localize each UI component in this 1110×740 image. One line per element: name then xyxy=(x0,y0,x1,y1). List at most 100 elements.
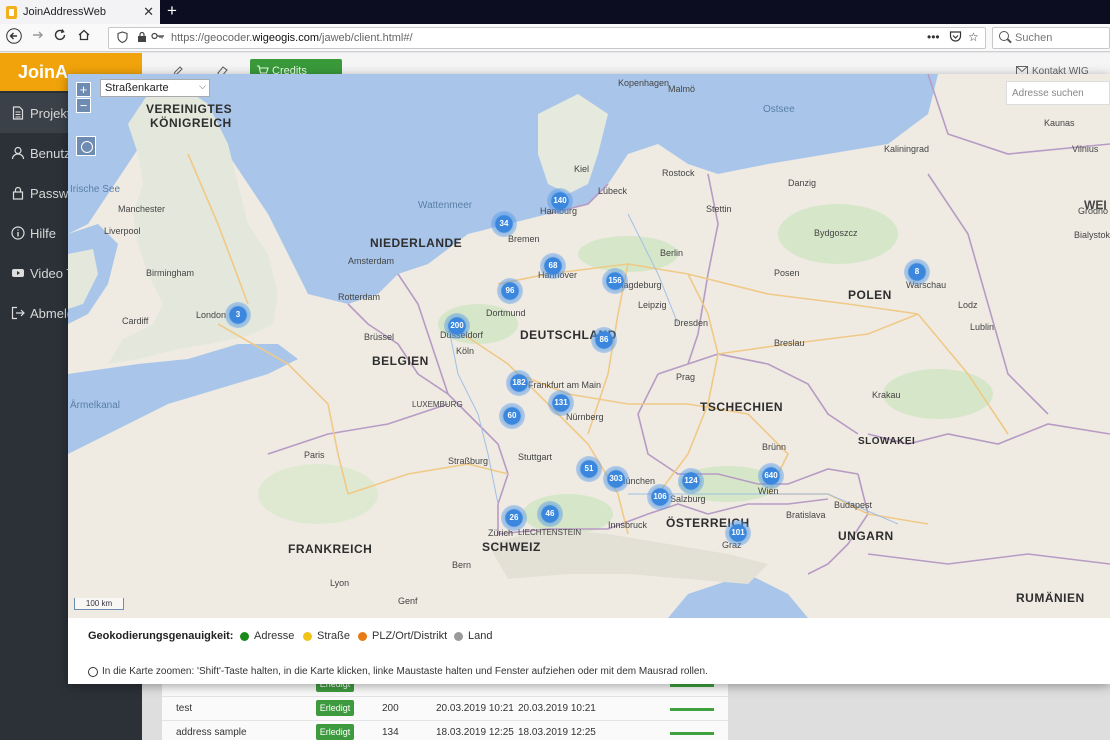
cluster-marker[interactable]: 182 xyxy=(506,370,532,396)
city-label: Manchester xyxy=(118,204,166,214)
city-label: Bratislava xyxy=(786,510,826,520)
finished-date: 18.03.2019 12:25 xyxy=(518,727,596,738)
yellow-dot-icon xyxy=(303,631,312,641)
finished-date: 20.03.2019 10:21 xyxy=(518,703,596,714)
city-label: Straßburg xyxy=(448,456,489,466)
country-label: KÖNIGREICH xyxy=(150,116,232,130)
city-label: Dresden xyxy=(674,318,709,328)
geocoding-legend: Geokodierungsgenauigkeit: Adresse Straße… xyxy=(68,618,1110,684)
cluster-marker[interactable]: 200 xyxy=(444,313,470,339)
sea-label: Ärmelkanal xyxy=(70,400,121,411)
shield-icon[interactable] xyxy=(117,31,128,47)
city-label: Cardiff xyxy=(122,316,149,326)
project-name: test xyxy=(176,703,193,714)
legend-item-plz: PLZ/Ort/Distrikt xyxy=(358,630,447,642)
cluster-marker[interactable]: 96 xyxy=(497,278,523,304)
browser-tab-bar: JoinAddressWeb ✕ + xyxy=(0,0,1110,24)
city-label: Köln xyxy=(456,346,475,356)
city-label: Vilnius xyxy=(1072,144,1099,154)
city-label: Amsterdam xyxy=(348,256,395,266)
cluster-marker[interactable]: 34 xyxy=(491,211,517,237)
bookmark-star-icon[interactable]: ☆ xyxy=(968,30,979,44)
new-tab-button[interactable]: + xyxy=(162,0,182,24)
country-label: NIEDERLANDE xyxy=(370,236,463,250)
browser-tab[interactable]: JoinAddressWeb ✕ xyxy=(0,0,160,24)
browser-search-placeholder: Suchen xyxy=(1015,32,1053,44)
city-label: Bydgoszcz xyxy=(814,228,858,238)
table-row[interactable]: test Erledigt 200 20.03.2019 10:21 20.03… xyxy=(162,697,728,721)
country-label: RUMÄNIEN xyxy=(1016,591,1085,605)
city-label: Dortmund xyxy=(486,308,526,318)
city-label: Liverpool xyxy=(104,226,141,236)
city-label: Birmingham xyxy=(146,268,195,278)
browser-nav-bar: https://geocoder.wigeogis.com/jaweb/clie… xyxy=(0,24,1110,52)
cluster-marker[interactable]: 26 xyxy=(501,505,527,531)
back-button[interactable] xyxy=(4,28,24,48)
status-badge: Erledigt xyxy=(316,724,354,740)
cluster-marker[interactable]: 106 xyxy=(647,484,673,510)
address-search-input[interactable]: Adresse suchen xyxy=(1006,81,1110,105)
legend-item-land: Land xyxy=(454,630,492,642)
city-label: Lübeck xyxy=(598,186,628,196)
city-label: Breslau xyxy=(774,338,805,348)
locate-icon[interactable] xyxy=(76,136,96,156)
map-view[interactable]: + − Straßenkarte ⌵ Adresse suchen 100 km… xyxy=(68,74,1110,618)
orange-dot-icon xyxy=(358,631,367,641)
cluster-marker[interactable]: 86 xyxy=(591,327,617,353)
cluster-marker[interactable]: 124 xyxy=(678,468,704,494)
zoom-out-button[interactable]: − xyxy=(76,98,91,113)
cluster-marker[interactable]: 51 xyxy=(576,456,602,482)
map-basemap xyxy=(68,74,1110,618)
legend-item-adresse: Adresse xyxy=(240,630,294,642)
city-label: Posen xyxy=(774,268,800,278)
legend-title: Geokodierungsgenauigkeit: xyxy=(88,630,234,642)
more-actions-icon[interactable]: ••• xyxy=(927,30,940,44)
sea-label: Wattenmeer xyxy=(418,200,473,211)
reload-button[interactable] xyxy=(50,28,70,48)
cluster-marker[interactable]: 60 xyxy=(499,403,525,429)
city-label: Rotterdam xyxy=(338,292,381,302)
document-icon xyxy=(10,105,26,121)
browser-search-field[interactable]: Suchen xyxy=(992,27,1110,49)
cluster-marker[interactable]: 3 xyxy=(225,302,251,328)
cluster-marker[interactable]: 303 xyxy=(603,466,629,492)
cluster-marker[interactable]: 68 xyxy=(540,253,566,279)
cluster-marker[interactable]: 131 xyxy=(548,390,574,416)
cluster-marker[interactable]: 46 xyxy=(537,501,563,527)
key-icon[interactable] xyxy=(151,31,165,45)
lock-icon xyxy=(10,185,26,201)
sidebar-item-label: Hilfe xyxy=(30,225,57,241)
home-button[interactable] xyxy=(74,28,94,48)
map-layer-select[interactable]: Straßenkarte ⌵ xyxy=(100,79,210,97)
logout-icon xyxy=(10,305,26,321)
address-bar[interactable]: https://geocoder.wigeogis.com/jaweb/clie… xyxy=(108,27,986,49)
zoom-in-button[interactable]: + xyxy=(76,82,91,97)
city-label: Danzig xyxy=(788,178,817,188)
map-scale-bar: 100 km xyxy=(74,598,124,610)
cluster-marker[interactable]: 140 xyxy=(547,188,573,214)
city-label: Lublin xyxy=(970,322,995,332)
table-row[interactable]: address sample Erledigt 134 18.03.2019 1… xyxy=(162,721,728,740)
cluster-marker[interactable]: 640 xyxy=(758,463,784,489)
gray-dot-icon xyxy=(454,631,463,641)
pocket-icon[interactable] xyxy=(949,30,962,46)
created-date: 20.03.2019 10:21 xyxy=(436,703,514,714)
city-label: Salzburg xyxy=(670,494,706,504)
city-label: London xyxy=(196,310,227,320)
reload-icon xyxy=(54,29,66,41)
city-label: Budapest xyxy=(834,500,873,510)
user-icon xyxy=(10,145,26,161)
country-label: SLOWAKEI xyxy=(858,436,916,447)
forward-arrow-icon xyxy=(33,31,43,39)
cluster-marker[interactable]: 101 xyxy=(725,520,751,546)
lock-icon[interactable] xyxy=(137,31,147,47)
forward-button[interactable] xyxy=(28,28,48,48)
cluster-marker[interactable]: 8 xyxy=(904,259,930,285)
chevron-down-icon: ⌵ xyxy=(199,81,206,91)
city-label: Lyon xyxy=(330,578,350,588)
tab-close-icon[interactable]: ✕ xyxy=(143,4,154,20)
cluster-marker[interactable]: 156 xyxy=(602,268,628,294)
country-label: BELGIEN xyxy=(372,354,429,368)
legend-item-strasse: Straße xyxy=(303,630,350,642)
city-label: Paris xyxy=(304,450,325,460)
